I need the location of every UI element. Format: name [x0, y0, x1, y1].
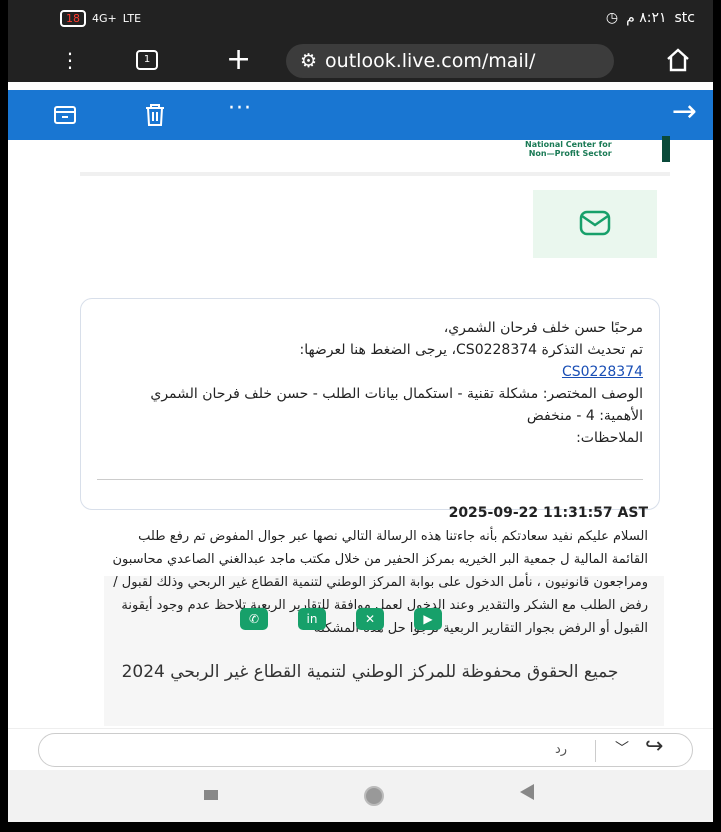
email-body: National Center for Non—Profit Sector مر… — [8, 136, 713, 730]
home-icon[interactable] — [665, 48, 691, 72]
reply-separator — [595, 740, 596, 762]
logo-line-2: Non—Profit Sector — [528, 149, 612, 158]
logo-text: National Center for Non—Profit Sector — [525, 140, 612, 158]
logo-mark — [662, 136, 670, 162]
ticket-update-line: تم تحديث التذكرة CS0228374، يرجى الضغط ه… — [299, 342, 643, 358]
reply-box[interactable]: رد ﹀ ↪ — [38, 733, 693, 767]
message-timestamp: 2025-09-22 11:31:57 AST — [448, 505, 648, 521]
priority-line: الأهمية: 4 - منخفض — [526, 408, 643, 424]
new-tab-button[interactable]: + — [226, 42, 251, 77]
lte-icon: LTE — [122, 12, 142, 25]
card-divider — [97, 479, 643, 480]
forward-arrow-icon[interactable]: → — [672, 94, 697, 129]
recents-icon[interactable] — [204, 790, 218, 800]
url-text: outlook.live.com/mail/ — [325, 50, 536, 72]
chevron-down-icon[interactable]: ﹀ — [615, 738, 629, 758]
status-right: ◷ ٨:٢١ م stc — [606, 10, 695, 26]
back-icon[interactable] — [520, 784, 534, 800]
notes-label: الملاحظات: — [576, 430, 643, 446]
copyright-text: جميع الحقوق محفوظة للمركز الوطني لتنمية … — [121, 662, 619, 682]
whatsapp-icon[interactable]: ✆ — [240, 608, 268, 630]
carrier-label: stc — [674, 10, 695, 26]
more-options-button[interactable]: ··· — [228, 96, 252, 121]
mail-icon-tile — [533, 190, 657, 258]
status-left: 18 4G+ LTE — [60, 10, 141, 27]
short-description-line: الوصف المختصر: مشكلة تقنية - استكمال بيا… — [150, 386, 643, 402]
ticket-details: مرحبًا حسن خلف فرحان الشمري، تم تحديث ال… — [93, 317, 643, 449]
android-nav-bar — [8, 770, 713, 822]
archive-icon[interactable] — [52, 102, 78, 128]
logo-line-1: National Center for — [525, 140, 612, 149]
browser-menu-icon[interactable]: ⋮ — [60, 48, 80, 72]
x-icon[interactable]: ✕ — [356, 608, 384, 630]
status-bar: 18 4G+ LTE ◷ ٨:٢١ م stc — [8, 0, 713, 40]
reply-arrow-icon[interactable]: ↪ — [645, 734, 663, 759]
tab-switcher-button[interactable]: 1 — [136, 50, 158, 70]
delete-icon[interactable] — [142, 102, 168, 128]
mail-toolbar: ··· → — [8, 90, 713, 140]
browser-bar: ⋮ 1 + ⚙ outlook.live.com/mail/ — [8, 40, 713, 82]
status-time: ٨:٢١ م — [626, 10, 667, 26]
home-button-icon[interactable] — [364, 786, 384, 806]
greeting-line: مرحبًا حسن خلف فرحان الشمري، — [443, 320, 643, 336]
ncnp-logo: National Center for Non—Profit Sector — [80, 136, 670, 176]
linkedin-icon[interactable]: in — [298, 608, 326, 630]
battery-icon: 18 — [60, 10, 86, 27]
phone-screen: 18 4G+ LTE ◷ ٨:٢١ م stc ⋮ 1 + ⚙ outlook.… — [8, 0, 713, 822]
site-settings-icon[interactable]: ⚙ — [300, 50, 317, 72]
youtube-icon[interactable]: ▶ — [414, 608, 442, 630]
reply-button[interactable]: رد — [555, 742, 567, 757]
reply-bar: رد ﹀ ↪ — [8, 728, 713, 771]
alarm-icon: ◷ — [605, 10, 619, 26]
ticket-card: مرحبًا حسن خلف فرحان الشمري، تم تحديث ال… — [80, 298, 660, 510]
address-bar[interactable]: ⚙ outlook.live.com/mail/ — [286, 44, 614, 78]
ticket-link[interactable]: CS0228374 — [562, 364, 643, 380]
social-links: ✆ in ✕ ▶ — [240, 608, 442, 630]
envelope-icon — [579, 210, 611, 236]
signal-icon: 4G+ — [92, 12, 117, 25]
